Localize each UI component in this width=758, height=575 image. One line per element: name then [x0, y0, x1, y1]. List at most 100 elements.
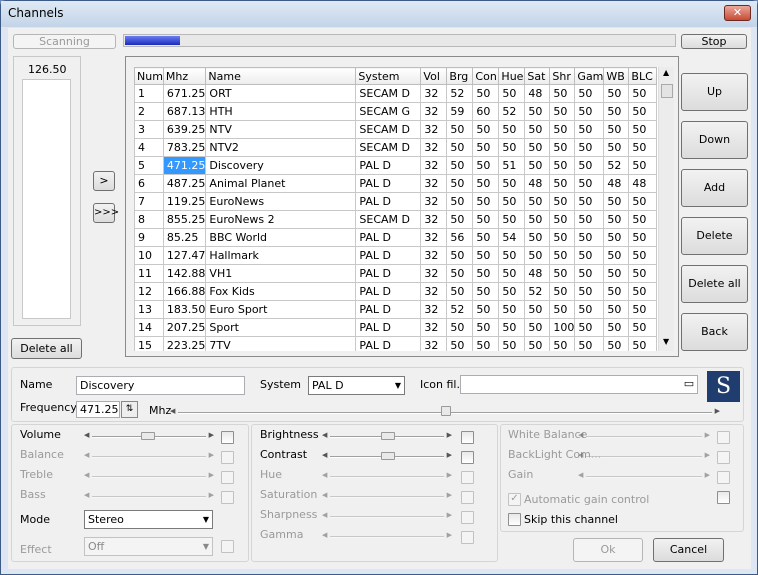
- table-cell[interactable]: 15: [134, 336, 164, 351]
- table-cell[interactable]: PAL D: [355, 156, 422, 175]
- down-button[interactable]: Down: [681, 121, 748, 159]
- table-cell[interactable]: 32: [420, 318, 448, 337]
- table-cell[interactable]: 32: [420, 102, 448, 121]
- table-cell[interactable]: 32: [420, 300, 448, 319]
- table-cell[interactable]: 50: [472, 84, 500, 103]
- table-cell[interactable]: PAL D: [355, 192, 422, 211]
- table-cell[interactable]: PAL D: [355, 318, 422, 337]
- table-cell[interactable]: 487.25: [162, 174, 207, 193]
- table-cell[interactable]: 50: [446, 156, 474, 175]
- icon-file-input[interactable]: [460, 375, 698, 394]
- table-cell[interactable]: 50: [628, 192, 658, 211]
- table-cell[interactable]: 50: [628, 210, 658, 229]
- table-cell[interactable]: 10: [134, 246, 164, 265]
- table-cell[interactable]: 50: [524, 138, 551, 157]
- table-cell[interactable]: 100: [549, 318, 576, 337]
- table-cell[interactable]: EuroNews 2: [205, 210, 357, 229]
- table-cell[interactable]: 4: [134, 138, 164, 157]
- frequency-list[interactable]: [22, 79, 71, 319]
- table-cell[interactable]: 50: [472, 264, 500, 283]
- table-cell[interactable]: 471.25: [162, 156, 207, 175]
- table-row[interactable]: 14 207.25 Sport PAL D 32 50 50 50 50 100 50 50 50: [134, 318, 658, 337]
- treble-checkbox[interactable]: [221, 471, 234, 484]
- ok-button[interactable]: Ok: [573, 538, 643, 562]
- white-balance-slider[interactable]: ◀ ▶: [578, 430, 710, 444]
- table-cell[interactable]: 50: [524, 210, 551, 229]
- table-cell[interactable]: 50: [498, 300, 526, 319]
- table-cell[interactable]: 50: [498, 192, 526, 211]
- table-cell[interactable]: 32: [420, 138, 448, 157]
- table-cell[interactable]: 52: [603, 156, 630, 175]
- folder-icon[interactable]: ▭: [681, 377, 697, 392]
- table-cell[interactable]: 60: [472, 102, 500, 121]
- table-row[interactable]: 12 166.88 Fox Kids PAL D 32 50 50 50 52 50 50 50 50: [134, 282, 658, 301]
- table-cell[interactable]: 50: [628, 336, 658, 351]
- table-cell[interactable]: PAL D: [355, 246, 422, 265]
- column-header[interactable]: BLC: [628, 67, 658, 85]
- table-cell[interactable]: NTV: [205, 120, 357, 139]
- table-scrollbar[interactable]: ▲ ▼: [658, 67, 674, 351]
- table-cell[interactable]: Fox Kids: [205, 282, 357, 301]
- gamma-slider[interactable]: ◀ ▶: [322, 530, 452, 544]
- table-cell[interactable]: Euro Sport: [205, 300, 357, 319]
- table-cell[interactable]: 32: [420, 246, 448, 265]
- bass-slider[interactable]: ◀ ▶: [84, 490, 214, 504]
- table-row[interactable]: 11 142.88 VH1 PAL D 32 50 50 50 48 50 50 50 50: [134, 264, 658, 283]
- table-cell[interactable]: 50: [574, 336, 605, 351]
- table-cell[interactable]: VH1: [205, 264, 357, 283]
- gain-slider[interactable]: ◀ ▶: [578, 470, 710, 484]
- frequency-slider[interactable]: ◀ ▶: [170, 406, 720, 420]
- table-cell[interactable]: 50: [603, 210, 630, 229]
- table-cell[interactable]: 50: [603, 120, 630, 139]
- table-cell[interactable]: 50: [574, 318, 605, 337]
- table-cell[interactable]: PAL D: [355, 264, 422, 283]
- table-cell[interactable]: 50: [498, 120, 526, 139]
- table-cell[interactable]: 50: [446, 336, 474, 351]
- column-header[interactable]: Brg: [446, 67, 474, 85]
- close-button[interactable]: ✕: [724, 5, 751, 21]
- table-cell[interactable]: 50: [574, 84, 605, 103]
- table-cell[interactable]: 32: [420, 282, 448, 301]
- stop-button[interactable]: Stop: [681, 34, 747, 49]
- table-cell[interactable]: 50: [446, 210, 474, 229]
- delete-button[interactable]: Delete: [681, 217, 748, 255]
- contrast-checkbox[interactable]: [461, 451, 474, 464]
- table-cell[interactable]: 50: [524, 336, 551, 351]
- add-one-button[interactable]: >: [93, 171, 115, 191]
- table-cell[interactable]: SECAM D: [355, 138, 422, 157]
- table-cell[interactable]: 50: [603, 84, 630, 103]
- table-cell[interactable]: 52: [524, 282, 551, 301]
- saturation-checkbox[interactable]: [461, 491, 474, 504]
- table-cell[interactable]: 56: [446, 228, 474, 247]
- table-cell[interactable]: 8: [134, 210, 164, 229]
- table-cell[interactable]: 14: [134, 318, 164, 337]
- table-cell[interactable]: 32: [420, 84, 448, 103]
- column-header[interactable]: Con: [472, 67, 500, 85]
- table-cell[interactable]: 50: [524, 228, 551, 247]
- table-cell[interactable]: 13: [134, 300, 164, 319]
- table-cell[interactable]: 50: [446, 138, 474, 157]
- table-cell[interactable]: 50: [472, 228, 500, 247]
- table-cell[interactable]: 50: [549, 192, 576, 211]
- table-cell[interactable]: 50: [603, 246, 630, 265]
- name-input[interactable]: Discovery: [76, 376, 245, 395]
- table-cell[interactable]: 50: [628, 156, 658, 175]
- skip-channel-checkbox[interactable]: [508, 513, 521, 526]
- add-all-button[interactable]: >>>: [93, 203, 119, 223]
- table-cell[interactable]: 127.47: [162, 246, 207, 265]
- table-cell[interactable]: 50: [549, 246, 576, 265]
- backlight-slider[interactable]: ◀ ▶: [578, 450, 710, 464]
- table-cell[interactable]: 50: [524, 156, 551, 175]
- table-cell[interactable]: 50: [574, 300, 605, 319]
- table-cell[interactable]: 50: [498, 264, 526, 283]
- table-cell[interactable]: 50: [472, 300, 500, 319]
- table-row[interactable]: 9 85.25 BBC World PAL D 32 56 50 54 50 50 50 50 50: [134, 228, 658, 247]
- table-cell[interactable]: 50: [472, 138, 500, 157]
- table-cell[interactable]: 50: [574, 174, 605, 193]
- table-cell[interactable]: PAL D: [355, 174, 422, 193]
- saturation-slider[interactable]: ◀ ▶: [322, 490, 452, 504]
- column-header[interactable]: Gam: [574, 67, 605, 85]
- scroll-up-icon[interactable]: ▲: [663, 68, 669, 77]
- sharpness-slider[interactable]: ◀ ▶: [322, 510, 452, 524]
- table-cell[interactable]: 50: [603, 336, 630, 351]
